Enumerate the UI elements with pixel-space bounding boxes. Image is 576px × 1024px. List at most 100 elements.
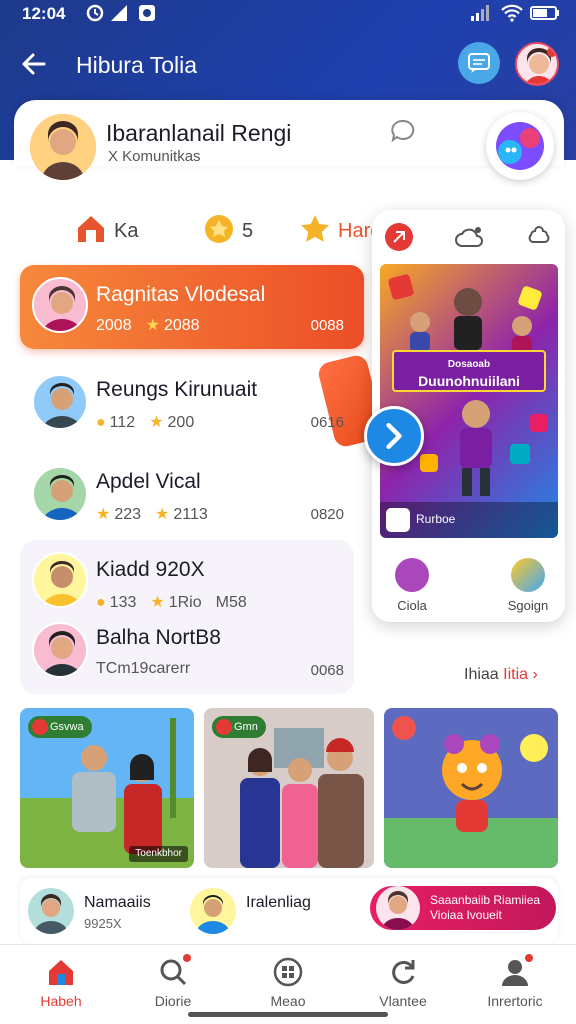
tab-label: Diorie: [154, 993, 192, 1009]
meta-value-1: 2008: [96, 317, 132, 334]
grid-icon: [273, 957, 303, 987]
side-option-ciola[interactable]: Ciola: [372, 558, 452, 613]
suggested-user-meta: 9925X: [84, 916, 122, 931]
poster-image[interactable]: Dosaoab Duunohnuiilani Rurboe: [380, 264, 558, 538]
poster-footer: Rurboe: [380, 502, 558, 538]
photo-card[interactable]: Gmn: [204, 708, 374, 868]
list-item-meta: TCm19carerr: [96, 660, 204, 678]
avatar-illustration: [42, 383, 82, 428]
photo-card[interactable]: Gsvwa Toenkbhor: [20, 708, 194, 868]
cloud-icon[interactable]: [454, 224, 484, 250]
coin-icon: ●: [96, 414, 106, 431]
see-more-accent: Iitia: [503, 666, 529, 683]
list-item-meta: 2008 ★ 2088: [96, 315, 214, 335]
user-avatar[interactable]: [515, 42, 559, 86]
mascot-icon: [496, 122, 544, 170]
list-item-count: 0616: [310, 414, 344, 431]
meta-value-2: 2088: [163, 317, 200, 334]
side-option-label: Sgoign: [507, 598, 549, 613]
suggested-user-name: Namaaiis: [84, 894, 151, 911]
avatar-illustration: [42, 475, 82, 520]
tab-label: Vlantee: [379, 993, 427, 1009]
profile-avatar-illustration: [30, 114, 96, 180]
profile-name: Ibaranlanail Rengi: [106, 120, 292, 146]
tab-refresh[interactable]: Vlantee: [348, 957, 458, 1009]
tab-profile[interactable]: Inrertoric: [460, 953, 570, 1009]
list-item-name: Reungs Kirunuait: [96, 378, 258, 401]
home-icon: [78, 216, 104, 242]
meta-value-1: TCm19carerr: [96, 660, 191, 677]
list-avatar: [32, 466, 88, 522]
avatar-illustration: [42, 561, 82, 606]
home-indicator: [188, 1012, 388, 1017]
poster-banner: Dosaoab Duunohnuiilani: [392, 350, 546, 392]
see-more-prefix: Ihiaa: [464, 666, 504, 683]
avatar-illustration: [42, 286, 82, 331]
tab-label: Habeh: [40, 993, 82, 1009]
profile-card[interactable]: Ibaranlanail Rengi X Komunitkas: [14, 100, 564, 180]
chat-button[interactable]: [458, 42, 500, 84]
side-option-label: Ciola: [397, 598, 427, 613]
profile-avatar: [30, 114, 96, 180]
side-panel-actions: [372, 220, 565, 260]
list-item[interactable]: Reungs Kirunuait ● 112 ★ 200 0616: [20, 370, 364, 440]
side-option-sgoign[interactable]: Sgoign: [488, 558, 565, 613]
chevron-right-icon: [386, 422, 402, 450]
list-item[interactable]: Balha NortB8 TCm19carerr 0068: [20, 622, 364, 684]
side-panel-options: Ciola Sgoign: [372, 550, 565, 622]
status-bar: 12:04: [0, 0, 576, 28]
user-avatar: [28, 888, 74, 934]
list-item-name: Kiadd 920X: [96, 558, 205, 581]
page-title: Hibura Tolia: [76, 52, 198, 78]
settings-icon[interactable]: [526, 224, 552, 250]
meta-value-2: 200: [167, 414, 195, 431]
user-avatar: [190, 888, 236, 934]
smile-icon: [511, 558, 545, 592]
refresh-icon: [388, 957, 418, 987]
poster-subtitle: Dosaoab: [447, 359, 491, 370]
notification-icon: [139, 5, 155, 21]
home-icon: [46, 957, 76, 987]
promo-pill[interactable]: Saaanbaiib Riamiiea Vioiaa Ivoueit: [370, 886, 556, 930]
list-item[interactable]: Apdel Vical ★ 223 ★ 2113 0820: [20, 462, 364, 532]
coin-icon: ●: [96, 594, 106, 611]
search-icon: [158, 953, 192, 987]
stat-home-label: Ka: [114, 220, 139, 242]
stat-trophy-label: 5: [242, 220, 254, 242]
star-icon: ★: [96, 506, 111, 523]
close-icon[interactable]: [384, 222, 414, 252]
stats-row: Ka 5 Harc: [74, 212, 380, 252]
tab-menu[interactable]: Meao: [233, 957, 343, 1009]
list-item-highlight[interactable]: Ragnitas Vlodesal 2008 ★ 2088 0088: [20, 265, 364, 349]
play-button[interactable]: [364, 406, 424, 466]
photo-illustration: [384, 708, 558, 868]
photo-tag: Gsvwa: [28, 716, 92, 738]
list-item-meta: ● 112 ★ 200: [96, 412, 208, 432]
grape-icon: [395, 558, 429, 592]
notification-dot: [182, 953, 192, 963]
list-item-name: Apdel Vical: [96, 470, 201, 493]
promo-line-2: Vioiaa Ivoueit: [430, 908, 502, 922]
photo-card[interactable]: [384, 708, 558, 868]
list-item-name: Ragnitas Vlodesal: [96, 283, 266, 306]
mascot-button[interactable]: [486, 112, 554, 180]
notification-dot: [524, 953, 534, 963]
back-arrow-icon[interactable]: [18, 48, 50, 80]
avatar-illustration: [196, 895, 230, 934]
star-icon: ★: [150, 594, 165, 611]
photo-caption: Toenkbhor: [129, 846, 188, 862]
avatar-illustration: [34, 894, 68, 934]
tab-search[interactable]: Diorie: [118, 953, 228, 1009]
list-item-meta: ★ 223 ★ 2113: [96, 504, 222, 524]
profile-subtitle: X Komunitkas: [108, 148, 201, 165]
meta-value-3: M58: [215, 594, 247, 611]
suggested-users: Namaaiis 9925X Iralenliag Saaanbaiib Ria…: [20, 878, 558, 944]
poster-illustration: [388, 274, 548, 496]
comment-icon[interactable]: [390, 118, 416, 144]
tab-home[interactable]: Habeh: [6, 957, 116, 1009]
avatar-illustration: [382, 891, 414, 930]
tab-label: Meao: [270, 993, 306, 1009]
battery-icon: [530, 6, 559, 20]
list-item[interactable]: Kiadd 920X ● 133 ★ 1Rio M58: [20, 552, 364, 614]
see-more-link[interactable]: Ihiaa Iitia ›: [464, 666, 538, 684]
